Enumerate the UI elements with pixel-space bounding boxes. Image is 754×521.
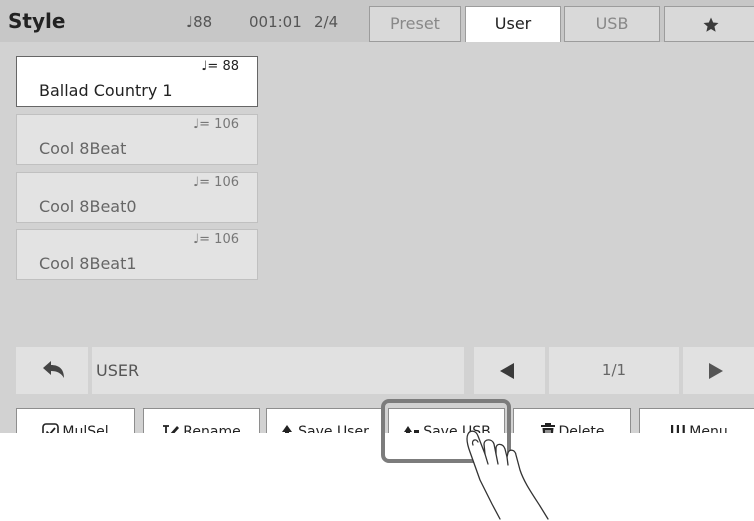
pointing-hand-icon [466,430,549,520]
page-title: Style [8,9,66,33]
tab-usb[interactable]: USB [564,6,660,42]
header-bar: Style ♩88 001:01 2/4 Preset User USB [0,0,754,42]
triangle-left-icon [500,363,514,379]
tab-preset[interactable]: Preset [369,6,461,42]
style-tempo: ♩= 88 [201,59,239,74]
mulsel-label: MulSel [62,423,109,434]
save-user-icon [282,424,293,433]
style-name: Ballad Country 1 [39,81,173,100]
triangle-right-icon [709,363,723,379]
rename-pen-icon [163,424,180,433]
current-folder-label: USER [92,347,464,394]
measure-display: 001:01 [249,13,302,31]
star-icon [703,17,719,32]
next-page-button[interactable] [683,347,754,394]
style-tempo: ♩= 106 [193,175,239,190]
undo-arrow-icon [43,361,64,378]
delete-label: Delete [558,423,605,434]
style-name: Cool 8Beat [39,139,127,158]
page-indicator: 1/1 [549,347,679,394]
rename-button[interactable]: Rename [143,408,260,433]
tempo-display: ♩88 [186,13,213,31]
tab-user[interactable]: User [465,6,561,42]
time-signature-display: 2/4 [314,13,339,31]
mulsel-button[interactable]: MulSel [16,408,135,433]
menu-button[interactable]: Menu [639,408,754,433]
style-tempo: ♩= 106 [193,117,239,132]
style-name: Cool 8Beat1 [39,254,137,273]
style-screen: Style ♩88 001:01 2/4 Preset User USB ♩= … [0,0,754,433]
style-list-item-cool-8beat[interactable]: ♩= 106 Cool 8Beat [16,114,258,165]
style-list-item-ballad-country-1[interactable]: ♩= 88 Ballad Country 1 [16,56,258,107]
style-name: Cool 8Beat0 [39,197,137,216]
style-tempo: ♩= 106 [193,232,239,247]
menu-bars-icon [671,424,686,433]
menu-label: Menu [689,423,728,434]
save-user-button[interactable]: Save User [266,408,382,433]
back-button[interactable] [16,347,88,394]
save-user-label: Save User [298,423,369,434]
prev-page-button[interactable] [474,347,545,394]
style-list-item-cool-8beat0[interactable]: ♩= 106 Cool 8Beat0 [16,172,258,223]
tab-favorites[interactable] [664,6,754,42]
style-list-item-cool-8beat1[interactable]: ♩= 106 Cool 8Beat1 [16,229,258,280]
multi-select-icon [42,423,60,433]
rename-label: Rename [183,423,241,434]
